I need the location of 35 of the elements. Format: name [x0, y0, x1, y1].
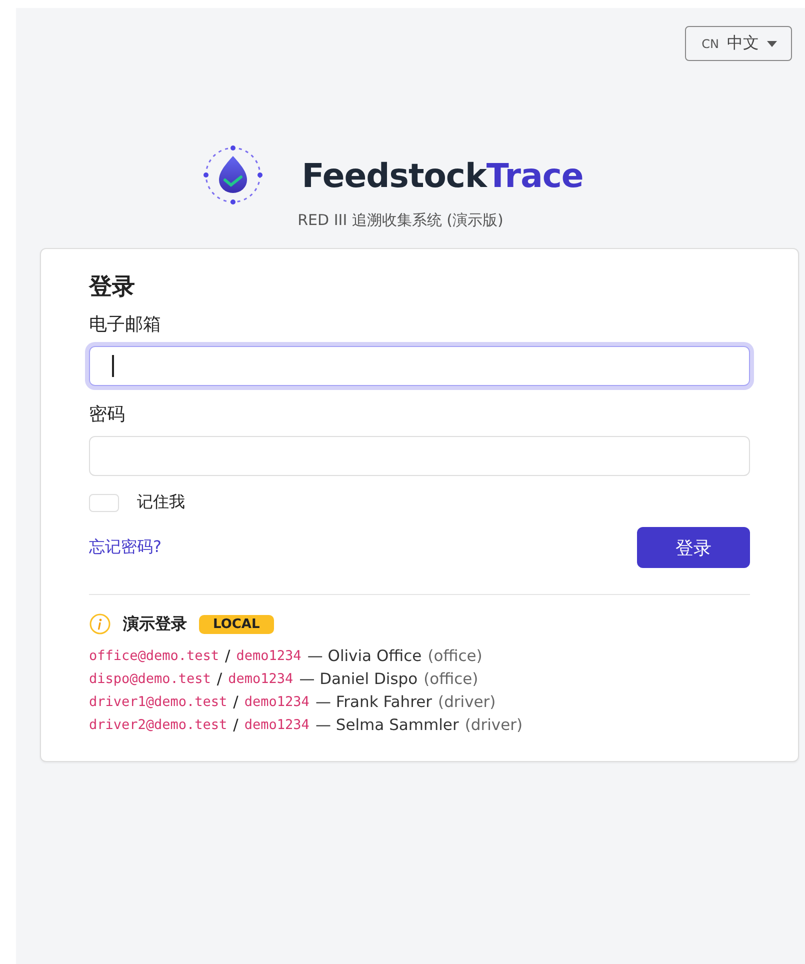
input-field[interactable] — [89, 436, 750, 476]
login-button[interactable]: 登录 — [637, 527, 750, 568]
login-title: 登录 — [89, 273, 136, 302]
demo-login-title: 演示登录 — [123, 614, 187, 634]
info-icon — [89, 613, 111, 635]
demo-user-name: — Selma Sammler — [315, 715, 459, 736]
separator-text: / — [233, 692, 238, 713]
caret-icon — [767, 40, 777, 46]
field-label: 密码 — [89, 403, 126, 426]
demo-user-name: — Olivia Office — [307, 646, 422, 667]
demo-user-name: — Frank Fahrer — [315, 692, 432, 713]
demo-email: driver1@demo.test — [89, 693, 228, 712]
demo-email: dispo@demo.test — [89, 670, 211, 689]
demo-user-role: (driver) — [438, 692, 496, 713]
separator-text: / — [216, 669, 222, 690]
forgot-password-link[interactable]: 忘记密码? — [89, 537, 162, 558]
demo-password: demo1234 — [228, 670, 294, 689]
demo-user-name: — Daniel Dispo — [299, 669, 418, 690]
demo-user-role: (driver) — [464, 715, 523, 736]
demo-password: demo1234 — [244, 693, 310, 712]
separator-text: / — [225, 646, 230, 667]
checkbox[interactable] — [89, 494, 119, 512]
separator-text: / — [233, 715, 238, 736]
app-subtitle: RED III 追溯收集系统 (演示版) — [298, 211, 504, 230]
local-badge: LOCAL — [199, 614, 274, 634]
demo-email: office@demo.test — [89, 647, 220, 666]
demo-password: demo1234 — [236, 647, 302, 666]
language-dropdown[interactable]: CN 中文 — [684, 26, 792, 61]
demo-user-role: (office) — [424, 669, 478, 690]
demo-user-role: (office) — [428, 646, 482, 667]
demo-email: driver2@demo.test — [89, 716, 228, 735]
checkbox-label: 记住我 — [137, 492, 185, 513]
brand-name: FeedstockTrace — [302, 156, 584, 194]
demo-password: demo1234 — [244, 716, 310, 735]
field-label: 电子邮箱 — [89, 313, 162, 336]
